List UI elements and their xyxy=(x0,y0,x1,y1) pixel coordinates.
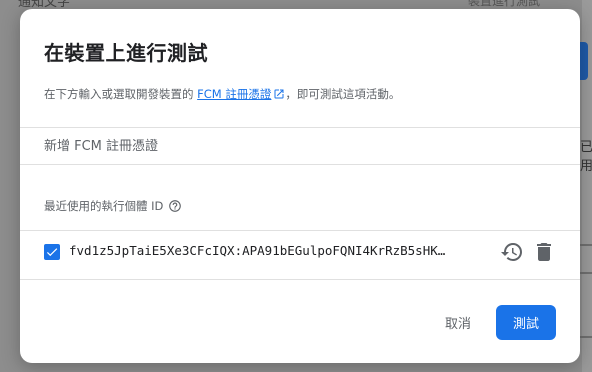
token-value: fvd1z5JpTaiE5Xe3CFcIQX:APA91bEGulpoFQNI4… xyxy=(69,243,446,258)
fcm-token-link[interactable]: FCM 註冊憑證 xyxy=(197,87,285,101)
background-text: 裝置進行測試 xyxy=(468,0,541,8)
check-icon xyxy=(46,248,58,257)
history-icon[interactable] xyxy=(500,240,524,264)
help-circle-icon[interactable] xyxy=(168,199,182,213)
subtitle-text: ，即可測試這項活動。 xyxy=(285,87,401,101)
divider xyxy=(20,164,580,165)
token-checkbox[interactable] xyxy=(44,244,60,260)
background-divider xyxy=(580,336,592,338)
recent-instances-label: 最近使用的執行個體 ID xyxy=(44,198,182,214)
cancel-button[interactable]: 取消 xyxy=(431,306,485,338)
open-in-new-icon[interactable] xyxy=(273,88,285,103)
background-divider xyxy=(580,272,592,274)
background-divider xyxy=(580,244,592,246)
fcm-token-link-label[interactable]: FCM 註冊憑證 xyxy=(197,87,271,101)
background-text: 已用 xyxy=(580,140,592,174)
divider xyxy=(20,279,580,280)
token-row: fvd1z5JpTaiE5Xe3CFcIQX:APA91bEGulpoFQNI4… xyxy=(20,231,580,279)
subtitle-text: 在下方輸入或選取開發裝置的 xyxy=(44,87,198,101)
test-button[interactable]: 測試 xyxy=(496,305,556,340)
dialog-title: 在裝置上進行測試 xyxy=(44,41,208,65)
dialog-subtitle: 在下方輸入或選取開發裝置的 FCM 註冊憑證 ，即可測試這項活動。 xyxy=(44,86,400,103)
recent-instances-label-text: 最近使用的執行個體 ID xyxy=(44,199,164,213)
add-fcm-token-input[interactable] xyxy=(20,128,580,164)
test-on-device-dialog: 在裝置上進行測試 在下方輸入或選取開發裝置的 FCM 註冊憑證 ，即可測試這項活動… xyxy=(20,9,580,363)
trash-icon[interactable] xyxy=(532,240,556,264)
